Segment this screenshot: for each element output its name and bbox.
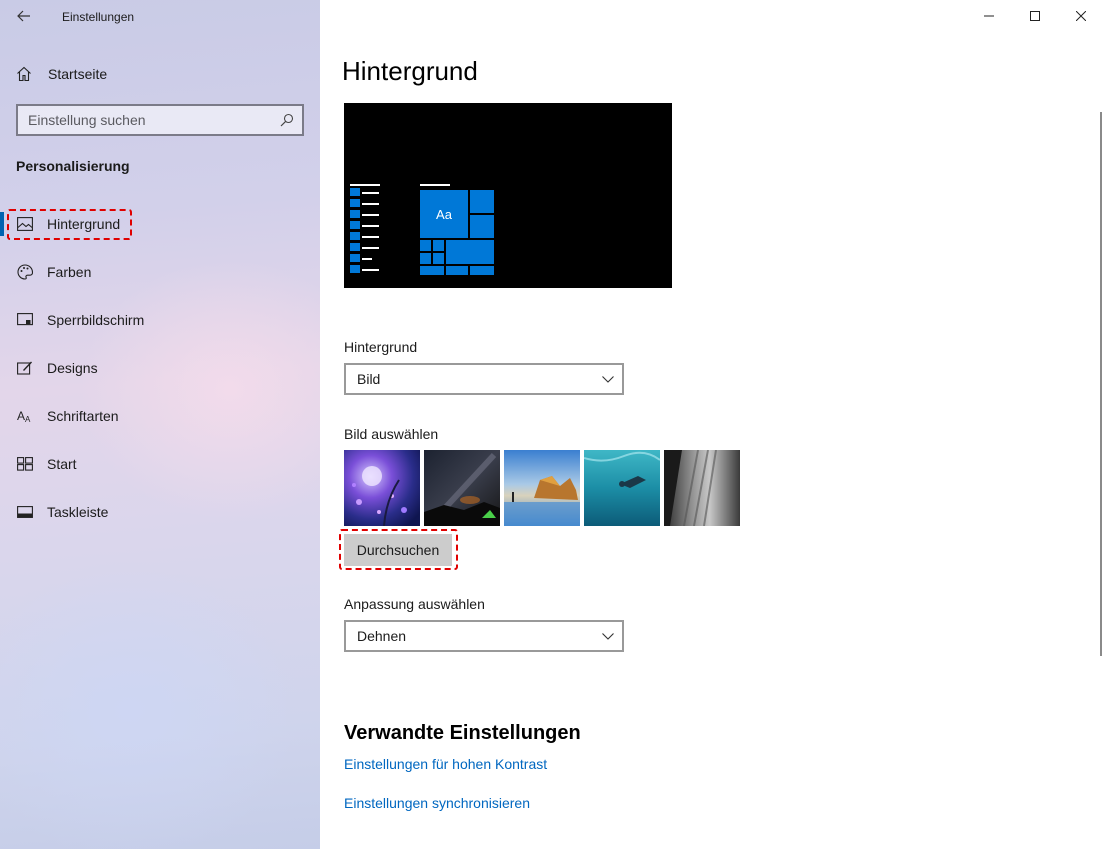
home-link[interactable]: Startseite bbox=[16, 62, 107, 86]
sidebar-item-label: Hintergrund bbox=[47, 216, 121, 232]
close-icon bbox=[1076, 11, 1086, 21]
font-icon: AA bbox=[17, 408, 33, 424]
sync-settings-link[interactable]: Einstellungen synchronisieren bbox=[344, 795, 530, 811]
fit-label: Anpassung auswählen bbox=[344, 596, 485, 612]
maximize-icon bbox=[1030, 11, 1040, 21]
back-arrow-icon bbox=[17, 10, 30, 22]
sidebar-item-label: Schriftarten bbox=[47, 408, 119, 424]
chevron-down-icon bbox=[602, 375, 614, 383]
wallpaper-thumbnail-5[interactable] bbox=[664, 450, 740, 526]
section-title: Personalisierung bbox=[16, 158, 130, 174]
sidebar-item-hintergrund[interactable]: Hintergrund bbox=[0, 204, 320, 244]
maximize-button[interactable] bbox=[1012, 0, 1058, 32]
sidebar-item-designs[interactable]: Designs bbox=[0, 348, 320, 388]
minimize-button[interactable] bbox=[966, 0, 1012, 32]
taskbar-icon bbox=[17, 504, 33, 520]
lock-screen-icon bbox=[17, 312, 33, 328]
wallpaper-thumbnail-3[interactable] bbox=[504, 450, 580, 526]
related-settings-title: Verwandte Einstellungen bbox=[344, 722, 581, 744]
desktop-preview: Aa bbox=[344, 103, 672, 288]
back-button[interactable] bbox=[8, 2, 40, 30]
chevron-down-icon bbox=[602, 632, 614, 640]
sidebar-item-label: Designs bbox=[47, 360, 98, 376]
minimize-icon bbox=[984, 15, 994, 17]
brush-icon bbox=[17, 360, 33, 376]
sidebar-item-taskleiste[interactable]: Taskleiste bbox=[0, 492, 320, 532]
svg-text:A: A bbox=[17, 409, 25, 423]
fit-value: Dehnen bbox=[357, 628, 407, 644]
background-type-dropdown[interactable]: Bild bbox=[344, 363, 624, 395]
picture-icon bbox=[17, 216, 33, 232]
sidebar: Einstellungen Startseite Personalisierun… bbox=[0, 0, 320, 849]
choose-picture-label: Bild auswählen bbox=[344, 426, 439, 442]
preview-sample-text: Aa bbox=[436, 206, 452, 222]
search-input[interactable] bbox=[28, 112, 268, 128]
search-icon[interactable] bbox=[280, 113, 294, 127]
close-button[interactable] bbox=[1058, 0, 1104, 32]
sidebar-item-label: Farben bbox=[47, 264, 92, 280]
start-tiles-icon bbox=[17, 456, 33, 472]
app-title: Einstellungen bbox=[62, 10, 135, 24]
sidebar-item-farben[interactable]: Farben bbox=[0, 252, 320, 292]
palette-icon bbox=[17, 264, 33, 280]
wallpaper-thumbnail-1[interactable] bbox=[344, 450, 420, 526]
sidebar-item-schriftarten[interactable]: AA Schriftarten bbox=[0, 396, 320, 436]
browse-button[interactable]: Durchsuchen bbox=[344, 534, 452, 566]
high-contrast-link[interactable]: Einstellungen für hohen Kontrast bbox=[344, 756, 547, 772]
fit-dropdown[interactable]: Dehnen bbox=[344, 620, 624, 652]
background-type-label: Hintergrund bbox=[344, 339, 418, 355]
wallpaper-thumbnail-4[interactable] bbox=[584, 450, 660, 526]
sidebar-item-start[interactable]: Start bbox=[0, 444, 320, 484]
settings-search[interactable] bbox=[16, 104, 304, 136]
background-type-value: Bild bbox=[357, 371, 381, 387]
wallpaper-thumbnail-2[interactable] bbox=[424, 450, 500, 526]
sidebar-item-label: Taskleiste bbox=[47, 504, 109, 520]
home-icon bbox=[17, 66, 31, 82]
svg-text:A: A bbox=[25, 415, 31, 423]
page-title: Hintergrund bbox=[342, 56, 478, 86]
sidebar-item-label: Sperrbildschirm bbox=[47, 312, 145, 328]
home-label: Startseite bbox=[48, 66, 108, 82]
scrollbar[interactable] bbox=[1100, 112, 1102, 656]
sidebar-item-label: Start bbox=[47, 456, 77, 472]
sidebar-item-sperrbildschirm[interactable]: Sperrbildschirm bbox=[0, 300, 320, 340]
